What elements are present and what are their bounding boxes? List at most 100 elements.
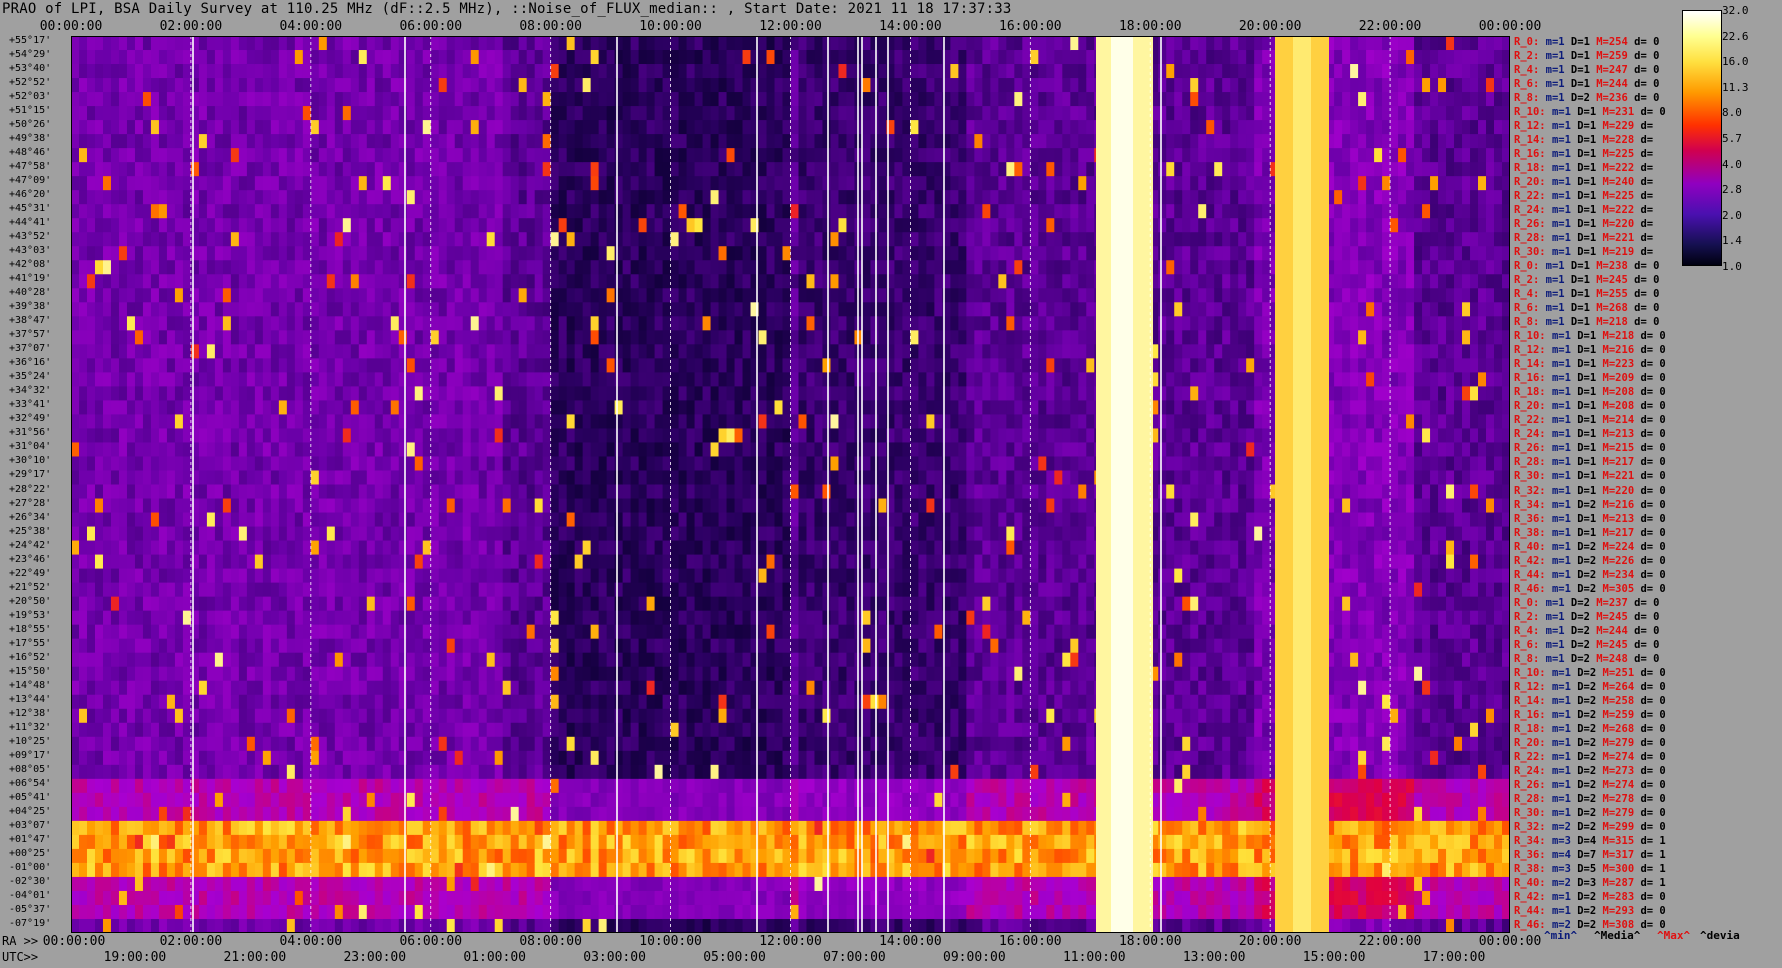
top-tick-label: 16:00:00 bbox=[999, 19, 1062, 34]
heatmap-cell bbox=[382, 316, 392, 331]
heatmap-cell bbox=[638, 36, 648, 51]
heatmap-cell bbox=[214, 708, 224, 724]
heatmap-cell bbox=[502, 778, 512, 794]
heatmap-cell bbox=[190, 820, 200, 836]
heatmap-cell bbox=[334, 666, 344, 682]
heatmap-cell bbox=[486, 92, 496, 107]
heatmap-cell bbox=[582, 190, 592, 205]
heatmap-cell bbox=[494, 708, 504, 724]
heatmap-cell bbox=[526, 232, 536, 247]
heatmap-cell bbox=[310, 78, 320, 93]
heatmap-cell bbox=[566, 820, 576, 836]
heatmap-cell bbox=[614, 120, 624, 135]
heatmap-cell bbox=[334, 344, 344, 359]
heatmap-cell bbox=[334, 414, 344, 429]
heatmap-cell bbox=[534, 386, 544, 401]
heatmap-cell bbox=[198, 512, 208, 528]
heatmap-cell bbox=[142, 722, 152, 738]
heatmap-cell bbox=[606, 736, 616, 752]
heatmap-cell bbox=[94, 554, 104, 570]
heatmap-cell bbox=[654, 92, 664, 107]
heatmap-cell bbox=[542, 176, 552, 191]
heatmap-cell bbox=[614, 904, 624, 920]
heatmap-cell bbox=[526, 386, 536, 401]
heatmap-cell bbox=[270, 176, 280, 191]
heatmap-cell bbox=[678, 708, 688, 724]
heatmap-cell bbox=[534, 92, 544, 107]
heatmap-cell bbox=[238, 526, 248, 542]
heatmap-cell bbox=[470, 162, 480, 177]
heatmap-cell bbox=[678, 302, 688, 317]
heatmap-cell bbox=[462, 484, 472, 500]
heatmap-cell bbox=[430, 890, 440, 906]
heatmap-cell bbox=[550, 834, 560, 850]
heatmap-cell bbox=[350, 162, 360, 177]
heatmap-cell bbox=[86, 302, 96, 317]
heatmap-cell bbox=[118, 274, 128, 289]
heatmap-cell bbox=[414, 358, 424, 373]
heatmap-cell bbox=[166, 694, 176, 710]
heatmap-cell bbox=[126, 344, 136, 359]
heatmap-cell bbox=[454, 260, 464, 275]
heatmap-cell bbox=[134, 92, 144, 107]
heatmap-cell bbox=[382, 890, 392, 906]
heatmap-cell bbox=[334, 834, 344, 850]
heatmap-cell bbox=[670, 204, 680, 219]
heatmap-cell bbox=[630, 78, 640, 93]
heatmap-cell bbox=[270, 736, 280, 752]
heatmap-cell bbox=[294, 540, 304, 556]
heatmap-cell bbox=[470, 260, 480, 275]
heatmap-cell bbox=[230, 78, 240, 93]
heatmap-cell bbox=[454, 442, 464, 457]
heatmap-cell bbox=[262, 78, 272, 93]
heatmap-cell bbox=[110, 78, 120, 93]
heatmap-cell bbox=[158, 736, 168, 752]
heatmap-cell bbox=[614, 316, 624, 331]
heatmap-cell bbox=[542, 372, 552, 387]
heatmap-cell bbox=[510, 918, 520, 933]
heatmap-cell bbox=[422, 176, 432, 191]
heatmap-cell bbox=[318, 148, 328, 163]
heatmap-cell bbox=[382, 148, 392, 163]
heatmap-cell bbox=[158, 638, 168, 654]
heatmap-cell bbox=[142, 358, 152, 373]
heatmap-cell bbox=[230, 134, 240, 149]
heatmap-cell bbox=[654, 316, 664, 331]
heatmap-cell bbox=[630, 624, 640, 640]
heatmap-cell bbox=[94, 36, 104, 51]
heatmap-cell bbox=[166, 92, 176, 107]
heatmap-cell bbox=[174, 50, 184, 65]
heatmap-cell bbox=[590, 820, 600, 836]
heatmap-cell bbox=[366, 596, 376, 612]
heatmap-cell bbox=[214, 246, 224, 261]
heatmap-cell bbox=[71, 484, 80, 500]
heatmap-cell bbox=[446, 764, 456, 780]
heatmap-cell bbox=[278, 372, 288, 387]
heatmap-cell bbox=[454, 722, 464, 738]
heatmap-cell bbox=[670, 680, 680, 696]
heatmap-cell bbox=[110, 498, 120, 514]
heatmap-cell bbox=[302, 666, 312, 682]
heatmap-cell bbox=[558, 162, 568, 177]
heatmap-cell bbox=[238, 330, 248, 345]
heatmap-cell bbox=[182, 428, 192, 443]
heatmap-cell bbox=[286, 246, 296, 261]
heatmap-cell bbox=[326, 50, 336, 65]
heatmap-cell bbox=[318, 106, 328, 121]
heatmap-cell bbox=[686, 610, 696, 626]
heatmap-cell bbox=[158, 526, 168, 542]
heatmap-cell bbox=[230, 218, 240, 233]
heatmap-cell bbox=[278, 694, 288, 710]
heatmap-cell bbox=[558, 568, 568, 584]
heatmap-cell bbox=[182, 764, 192, 780]
heatmap-cell bbox=[110, 792, 120, 808]
heatmap-cell bbox=[182, 638, 192, 654]
heatmap-cell bbox=[158, 204, 168, 219]
heatmap-cell bbox=[542, 820, 552, 836]
heatmap-cell bbox=[246, 78, 256, 93]
heatmap-cell bbox=[102, 50, 112, 65]
heatmap-cell bbox=[102, 302, 112, 317]
heatmap-cell bbox=[222, 148, 232, 163]
heatmap-cell bbox=[342, 554, 352, 570]
heatmap-cell bbox=[582, 386, 592, 401]
